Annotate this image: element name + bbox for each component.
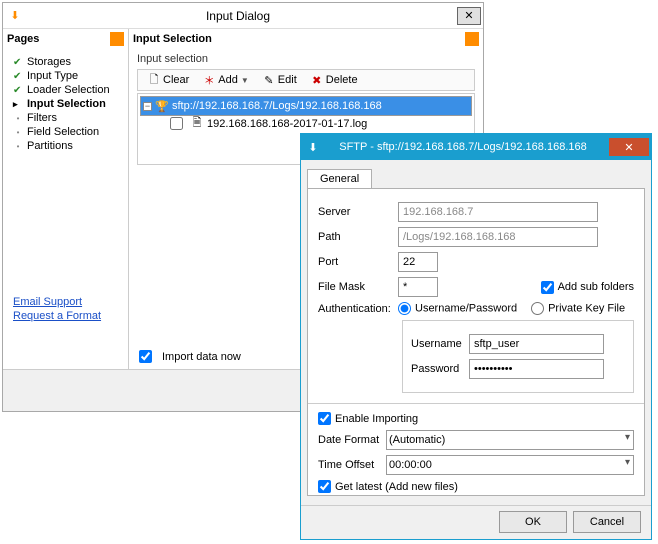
sftp-dialog-buttons: OK Cancel <box>301 505 651 537</box>
get-latest-checkbox[interactable] <box>318 480 331 493</box>
port-field[interactable] <box>398 252 438 272</box>
check-icon: ✔ <box>13 57 23 68</box>
down-arrow-icon: ⬇ <box>9 10 21 22</box>
support-links: Email Support Request a Format <box>3 289 128 329</box>
clear-button[interactable]: 🗋Clear <box>142 72 195 88</box>
page-item-input-type[interactable]: ✔Input Type <box>13 69 118 83</box>
edit-button[interactable]: ✎Edit <box>257 72 303 88</box>
input-dialog-title: Input Dialog <box>21 9 455 23</box>
tree-root-item[interactable]: − 🏆 sftp://192.168.168.7/Logs/192.168.16… <box>140 96 472 116</box>
credentials-group: Username Password <box>402 320 634 393</box>
get-latest-label: Get latest (Add new files) <box>335 481 458 493</box>
password-field[interactable] <box>469 359 604 379</box>
bullet-icon: • <box>13 142 23 151</box>
selection-toolbar: 🗋Clear ＊Add▼ ✎Edit ✖Delete <box>137 69 475 91</box>
page-item-loader-selection[interactable]: ✔Loader Selection <box>13 83 118 97</box>
page-item-field-selection[interactable]: •Field Selection <box>13 125 118 139</box>
auth-private-key-radio[interactable] <box>531 302 544 315</box>
bullet-icon: • <box>13 128 23 137</box>
check-icon: ✔ <box>13 71 23 82</box>
sftp-dialog-window: ⬇ SFTP - sftp://192.168.168.7/Logs/192.1… <box>300 133 652 540</box>
separator <box>308 403 644 404</box>
path-field[interactable] <box>398 227 598 247</box>
enable-importing-checkbox[interactable] <box>318 412 331 425</box>
chevron-right-icon: ▸ <box>13 99 23 110</box>
auth-label: Authentication: <box>318 303 398 315</box>
page-item-storages[interactable]: ✔Storages <box>13 55 118 69</box>
username-label: Username <box>411 338 469 350</box>
pages-header-label: Pages <box>7 33 39 45</box>
sftp-titlebar[interactable]: ⬇ SFTP - sftp://192.168.168.7/Logs/192.1… <box>301 134 651 160</box>
add-subfolders-label: Add sub folders <box>558 281 634 293</box>
new-file-icon: 🗋 <box>148 74 160 86</box>
filemask-field[interactable] <box>398 277 438 297</box>
filemask-label: File Mask <box>318 281 398 293</box>
auth-userpw-radio[interactable] <box>398 302 411 315</box>
down-arrow-icon: ⬇ <box>307 141 319 153</box>
delete-icon: ✖ <box>311 74 323 86</box>
close-button[interactable]: ✕ <box>457 7 481 25</box>
page-item-filters[interactable]: •Filters <box>13 111 118 125</box>
delete-button[interactable]: ✖Delete <box>305 72 364 88</box>
selection-subheading: Input selection <box>129 49 483 69</box>
server-label: Server <box>318 206 398 218</box>
input-dialog-titlebar[interactable]: ⬇ Input Dialog ✕ <box>3 3 483 29</box>
tree-item-checkbox[interactable] <box>170 117 183 130</box>
check-icon: ✔ <box>13 85 23 96</box>
port-label: Port <box>318 256 398 268</box>
tab-strip: General <box>307 166 645 188</box>
edit-icon: ✎ <box>263 74 275 86</box>
bullet-icon: • <box>13 114 23 123</box>
tab-general[interactable]: General <box>307 169 372 188</box>
selection-header: Input Selection <box>129 29 483 49</box>
date-format-select[interactable] <box>386 430 634 450</box>
pages-header: Pages <box>3 29 128 49</box>
auth-userpw-option[interactable]: Username/Password <box>398 302 517 315</box>
add-button[interactable]: ＊Add▼ <box>197 72 255 88</box>
accent-square-icon <box>110 32 124 46</box>
collapse-icon[interactable]: − <box>143 102 152 111</box>
import-data-label: Import data now <box>162 351 241 363</box>
date-format-label: Date Format <box>318 434 386 446</box>
sftp-icon: 🏆 <box>156 100 168 112</box>
ok-button[interactable]: OK <box>499 511 567 533</box>
tree-child-item[interactable]: 🗎 192.168.168.168-2017-01-17.log <box>140 116 472 131</box>
time-offset-select[interactable] <box>386 455 634 475</box>
log-file-icon: 🗎 <box>191 118 203 130</box>
import-data-checkbox[interactable] <box>139 350 152 363</box>
add-subfolders-checkbox[interactable] <box>541 281 554 294</box>
time-offset-label: Time Offset <box>318 459 386 471</box>
cancel-button[interactable]: Cancel <box>573 511 641 533</box>
accent-square-icon <box>465 32 479 46</box>
email-support-link[interactable]: Email Support <box>13 295 118 309</box>
page-item-partitions[interactable]: •Partitions <box>13 139 118 153</box>
enable-importing-label: Enable Importing <box>335 413 418 425</box>
sftp-title: SFTP - sftp://192.168.168.7/Logs/192.168… <box>319 141 607 153</box>
path-label: Path <box>318 231 398 243</box>
pages-list: ✔Storages ✔Input Type ✔Loader Selection … <box>3 49 128 159</box>
request-format-link[interactable]: Request a Format <box>13 309 118 323</box>
chevron-down-icon: ▼ <box>241 76 249 85</box>
auth-private-key-option[interactable]: Private Key File <box>531 302 625 315</box>
page-item-input-selection[interactable]: ▸Input Selection <box>13 97 118 111</box>
general-panel: Server Path Port File Mask Add sub folde… <box>307 188 645 496</box>
server-field[interactable] <box>398 202 598 222</box>
close-button[interactable]: ✕ <box>609 138 649 156</box>
add-icon: ＊ <box>203 74 215 86</box>
selection-header-label: Input Selection <box>133 33 212 45</box>
password-label: Password <box>411 363 469 375</box>
username-field[interactable] <box>469 334 604 354</box>
